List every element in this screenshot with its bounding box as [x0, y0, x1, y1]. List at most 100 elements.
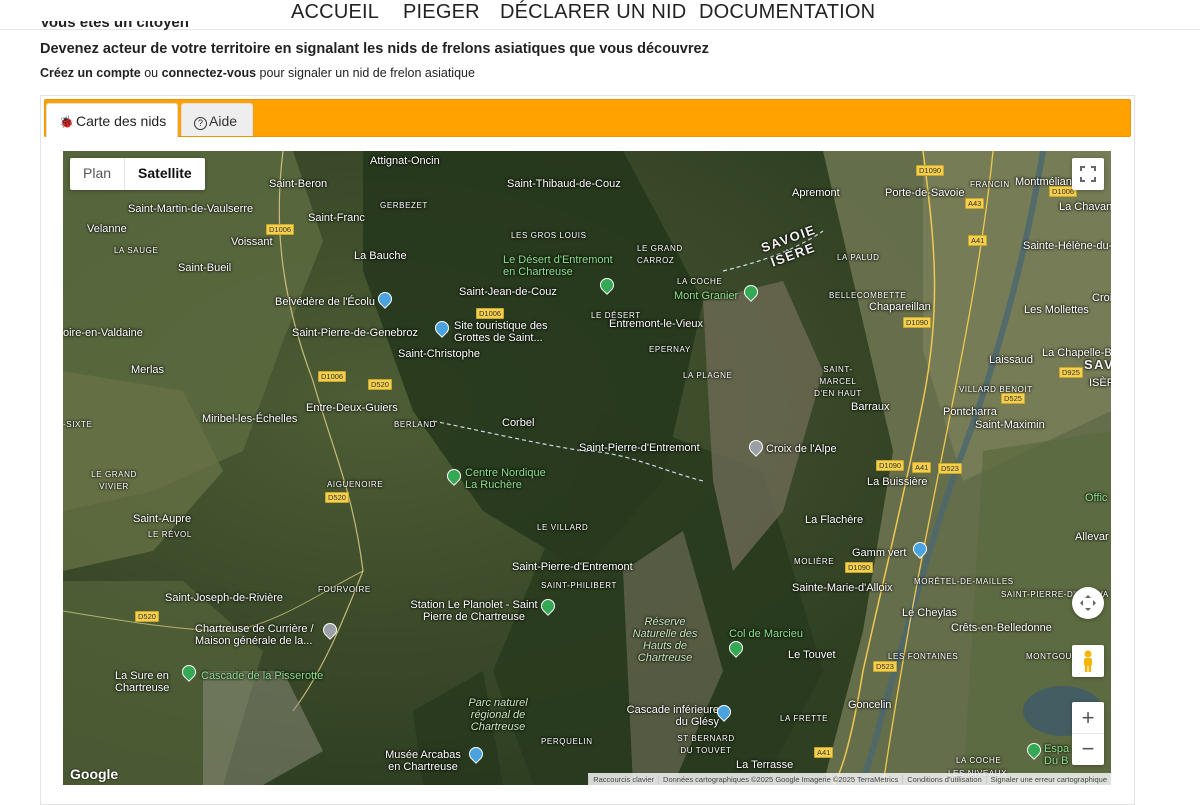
tab-aide-label: Aide [209, 113, 238, 129]
place-label: Chapareillan [869, 301, 931, 313]
satellite-map[interactable]: Attignat-Oncin Saint-Beron Saint-Thibaud… [63, 151, 1111, 785]
keyboard-shortcuts-link[interactable]: Raccourcis clavier [588, 774, 658, 784]
place-label: Saint-Thibaud-de-Couz [507, 178, 621, 190]
place-label: Site touristique des Grottes de Saint... [454, 320, 548, 344]
place-label: ISÈR [1089, 377, 1111, 389]
place-label: LE VILLARD [537, 523, 589, 532]
place-label: Station Le Planolet - Saint Pierre de Ch… [410, 599, 538, 623]
fullscreen-button[interactable] [1072, 158, 1104, 190]
place-label: Saint-Christophe [398, 348, 480, 360]
place-label: La Bauche [354, 250, 407, 262]
place-label: Barraux [851, 401, 890, 413]
place-label: Belvédère de l'Écolu [275, 296, 375, 308]
road-shield: D523 [873, 661, 897, 672]
place-label: SAVO [1084, 357, 1111, 372]
place-label: EPERNAY [649, 345, 691, 354]
place-label: MORÊTEL-DE-MAILLES [914, 577, 1014, 586]
login-prompt-rest: pour signaler un nid de frelon asiatique [256, 66, 475, 80]
street-view-pegman-button[interactable] [1072, 645, 1104, 677]
place-label: AIGUENOIRE [327, 480, 384, 489]
report-error-link[interactable]: Signaler une erreur cartographique [985, 774, 1111, 784]
place-label: SAINT-PHILIBERT [541, 581, 617, 590]
road-shield: D525 [1001, 393, 1025, 404]
place-label: Offic [1085, 492, 1108, 504]
place-label: Attignat-Oncin [370, 155, 440, 167]
place-label: Saint-Maximin [975, 419, 1045, 431]
map-type-satellite-button[interactable]: Satellite [125, 158, 205, 190]
nav-declarer-un-nid[interactable]: DÉCLARER UN NID [500, 1, 686, 24]
map-type-control: Plan Satellite [70, 158, 205, 190]
place-label: Entre-Deux-Guiers [306, 402, 398, 414]
place-label: La Terrasse [736, 759, 794, 771]
road-shield: D520 [325, 492, 349, 503]
place-label: Réserve Naturelle des Hauts de Chartreus… [632, 616, 698, 664]
place-label: BERLAND [394, 420, 436, 429]
road-shield: A41 [968, 235, 988, 246]
tab-carte-des-nids[interactable]: 🐞 Carte des nids [46, 103, 178, 137]
place-label: Le Désert d'Entremont en Chartreuse [503, 254, 613, 278]
place-label: LES FONTAINES [888, 652, 959, 661]
zoom-control: + − [1072, 702, 1104, 765]
place-label: Espa Du B [1044, 743, 1070, 767]
road-shield: D1006 [266, 224, 295, 235]
tab-carte-label: Carte des nids [75, 113, 167, 129]
place-label: Entremont-le-Vieux [609, 318, 703, 330]
place-label: Miribel-les-Échelles [202, 413, 298, 425]
bug-icon: 🐞 [59, 115, 74, 129]
place-label: Le Touvet [788, 649, 836, 661]
place-label: Gamm vert [852, 547, 907, 559]
nav-documentation[interactable]: DOCUMENTATION [699, 1, 875, 24]
place-label: LA PALUD [837, 253, 880, 262]
place-label: LE RÉVOL [148, 530, 192, 539]
login-link[interactable]: connectez-vous [162, 66, 256, 80]
place-label: LA SAUGE [114, 246, 159, 255]
road-shield: D1090 [903, 317, 932, 328]
place-label: Chartreuse de Currière / Maison générale… [195, 623, 314, 647]
place-label: Parc naturel régional de Chartreuse [468, 697, 528, 733]
place-label: La Flachère [805, 514, 864, 526]
road-shield: D523 [938, 463, 962, 474]
place-label: LA COCHE [677, 277, 723, 286]
place-label: LE GRAND CARROZ [637, 244, 683, 265]
create-account-link[interactable]: Créez un compte [40, 66, 141, 80]
login-prompt: Créez un compte ou connectez-vous pour s… [40, 66, 475, 80]
place-label: Musée Arcabas en Chartreuse [385, 749, 461, 773]
place-label: Saint-Bueil [178, 262, 232, 274]
place-label: Saint-Joseph-de-Rivière [165, 592, 283, 604]
place-label: Saint-Martin-de-Vaulserre [128, 203, 254, 215]
road-shield: A43 [965, 198, 985, 209]
road-shield: A41 [814, 747, 834, 758]
place-label: Le Cheylas [902, 607, 958, 619]
road-shield: D1090 [845, 562, 874, 573]
section-heading-text: Vous êtes un citoyen [40, 21, 189, 31]
terms-link[interactable]: Conditions d'utilisation [902, 774, 985, 784]
road-shield: D925 [1059, 367, 1083, 378]
place-label: LA COCHE [956, 756, 1002, 765]
place-label: Saint-Pierre-d'Entremont [512, 561, 633, 573]
place-label: La Buissière [867, 476, 928, 488]
place-label: Saint-Franc [308, 212, 365, 224]
place-label: Croix de l'Alpe [766, 443, 837, 455]
place-label: Croi [1092, 292, 1111, 304]
place-label: -SIXTE [63, 420, 93, 429]
place-label: LES GROS LOUIS [511, 231, 587, 240]
place-label: Apremont [792, 187, 840, 199]
place-label: LA FRETTE [780, 714, 829, 723]
map-type-plan-button[interactable]: Plan [70, 158, 126, 190]
pegman-icon [1084, 650, 1092, 672]
place-label: GERBEZET [380, 201, 428, 210]
nav-pieger[interactable]: PIEGER [403, 1, 480, 24]
zoom-out-button[interactable]: − [1072, 734, 1104, 765]
zoom-in-button[interactable]: + [1072, 703, 1104, 734]
help-icon: ? [194, 117, 207, 130]
tab-aide[interactable]: ? Aide [181, 103, 253, 136]
place-label: Saint-Aupre [133, 513, 192, 525]
section-heading-cut: Vous êtes un citoyen [40, 21, 340, 31]
place-label: SAINT-MARCEL D'EN HAUT [814, 365, 862, 398]
road-shield: D1090 [876, 460, 905, 471]
place-label: Goncelin [848, 699, 892, 711]
place-label: Laissaud [989, 354, 1034, 366]
road-shield: D520 [135, 611, 159, 622]
google-logo: Google [70, 766, 119, 782]
camera-control-button[interactable] [1072, 587, 1104, 619]
